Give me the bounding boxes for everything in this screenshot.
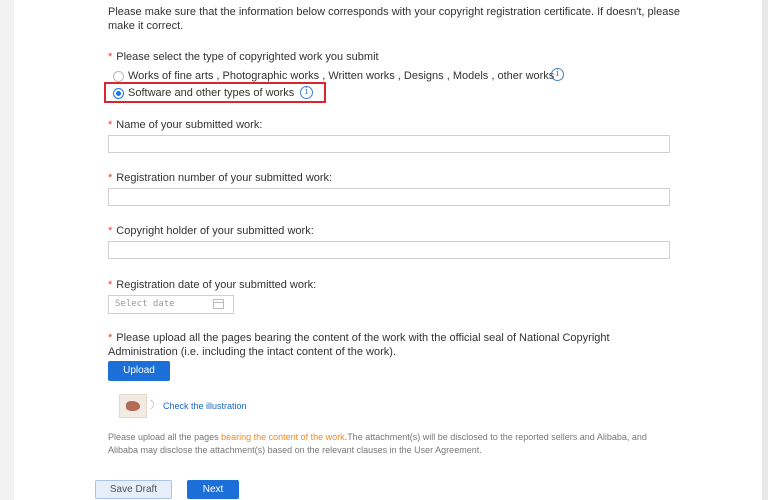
registration-number-label-text: Registration number of your submitted wo… — [116, 172, 333, 184]
work-name-input[interactable] — [108, 135, 670, 153]
work-type-label-text: Please select the type of copyrighted wo… — [116, 51, 379, 63]
upload-note-line-1: Please upload all the pages bearing the … — [108, 431, 708, 443]
registration-number-label: * Registration number of your submitted w… — [108, 171, 332, 185]
date-placeholder: Select date — [115, 299, 175, 309]
required-asterisk: * — [108, 172, 113, 184]
work-type-option-software-label[interactable]: Software and other types of works — [128, 86, 294, 100]
save-draft-button[interactable]: Save Draft — [95, 480, 172, 499]
name-label-text: Name of your submitted work: — [116, 119, 263, 131]
upload-label-line-1: Please upload all the pages bearing the … — [116, 332, 610, 344]
registration-number-input[interactable] — [108, 188, 670, 206]
required-asterisk: * — [108, 225, 113, 237]
registration-date-picker[interactable]: Select date — [108, 295, 234, 314]
work-type-radio-software[interactable] — [113, 88, 124, 99]
upload-note-prefix: Please upload all the pages — [108, 432, 222, 442]
upload-note-suffix: .The attachment(s) will be disclosed to … — [344, 432, 647, 442]
work-type-label: * Please select the type of copyrighted w… — [108, 50, 379, 64]
upload-label: * Please upload all the pages bearing the… — [108, 331, 610, 345]
upload-note-highlight: bearing the content of the work — [221, 432, 345, 442]
info-icon[interactable]: i — [551, 68, 564, 81]
required-asterisk: * — [108, 51, 113, 63]
required-asterisk: * — [108, 119, 113, 131]
required-asterisk: * — [108, 279, 113, 291]
illustration-thumbnail[interactable] — [119, 394, 147, 418]
copyright-holder-label-text: Copyright holder of your submitted work: — [116, 225, 314, 237]
calendar-icon[interactable] — [213, 299, 224, 309]
required-asterisk: * — [108, 332, 113, 344]
name-label: * Name of your submitted work: — [108, 118, 262, 132]
upload-button[interactable]: Upload — [108, 361, 170, 381]
illustration-image — [126, 401, 140, 411]
copyright-holder-label: * Copyright holder of your submitted work… — [108, 224, 314, 238]
upload-label-line-2: Administration (i.e. including the intac… — [108, 346, 396, 358]
registration-date-label-text: Registration date of your submitted work… — [116, 279, 317, 291]
intro-line-2: make it correct. — [108, 20, 184, 32]
next-button[interactable]: Next — [187, 480, 239, 499]
work-type-option-fine-arts-label[interactable]: Works of fine arts , Photographic works … — [128, 69, 554, 83]
check-illustration-link[interactable]: Check the illustration — [163, 401, 247, 411]
upload-note-line-2: Alibaba may disclose the attachment(s) b… — [108, 445, 482, 455]
intro-line-1: Please make sure that the information be… — [108, 6, 680, 18]
page-scrollbar-track[interactable] — [762, 0, 768, 500]
copyright-holder-input[interactable] — [108, 241, 670, 259]
info-icon[interactable]: i — [300, 86, 313, 99]
registration-date-label: * Registration date of your submitted wor… — [108, 278, 316, 292]
work-type-radio-fine-arts[interactable] — [113, 71, 124, 82]
